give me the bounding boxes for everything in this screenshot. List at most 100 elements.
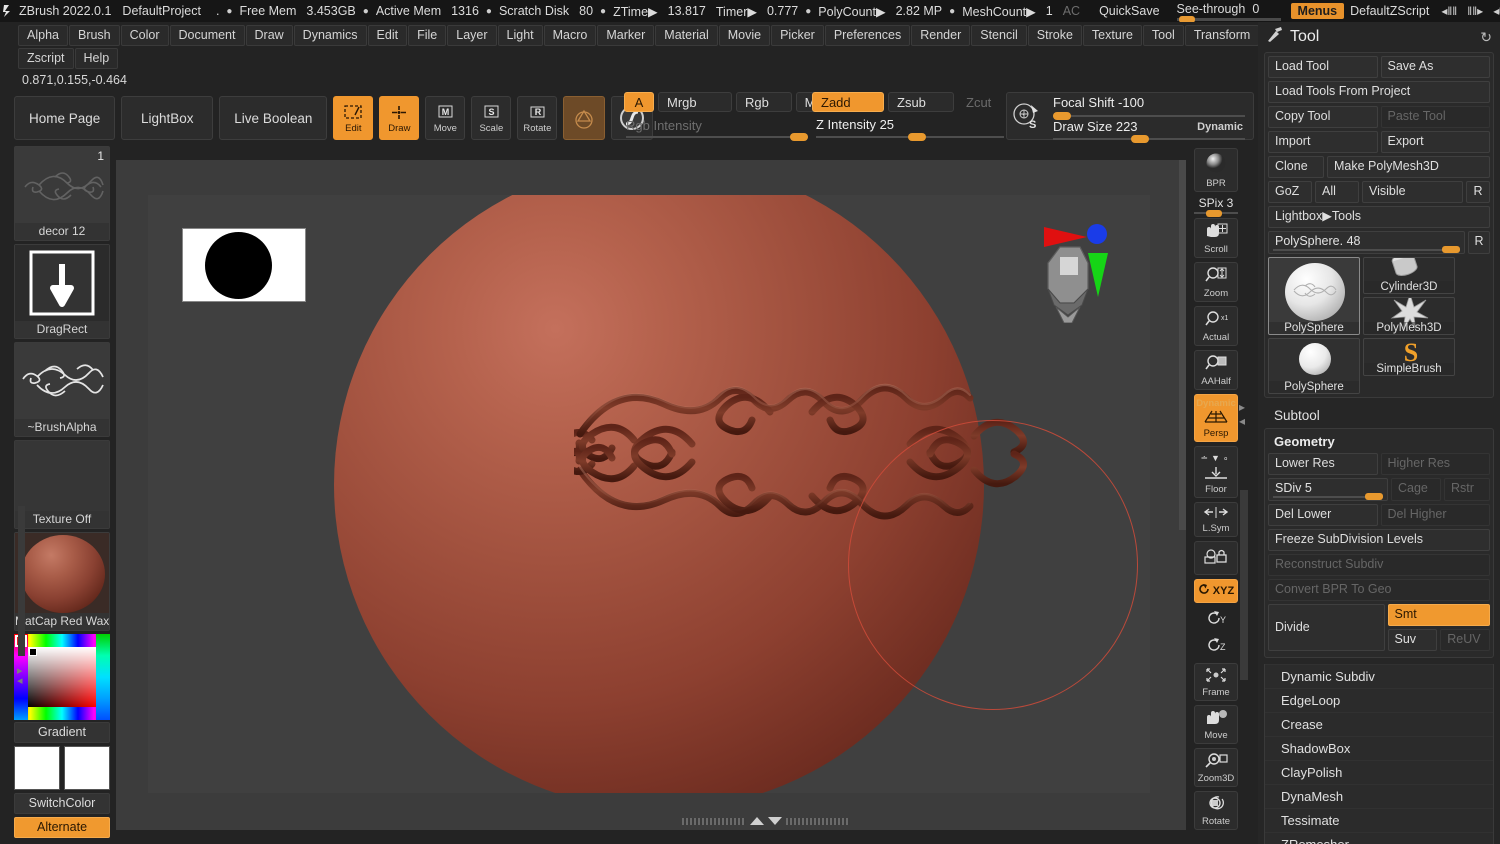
zoom-button[interactable]: Zoom: [1194, 262, 1238, 302]
tessimate-item[interactable]: Tessimate: [1265, 808, 1493, 832]
menus-button[interactable]: Menus: [1291, 3, 1345, 19]
shadowbox-item[interactable]: ShadowBox: [1265, 736, 1493, 760]
spix-track[interactable]: [1194, 212, 1238, 214]
menu-movie[interactable]: Movie: [719, 25, 770, 46]
menu-draw[interactable]: Draw: [246, 25, 293, 46]
menu-tool[interactable]: Tool: [1143, 25, 1184, 46]
material-slot[interactable]: MatCap Red Wax: [14, 532, 110, 631]
claypolish-item[interactable]: ClayPolish: [1265, 760, 1493, 784]
window-arrange-left-icon[interactable]: ◂⧉: [1493, 4, 1500, 19]
tool-cell-polymesh3d[interactable]: PolyMesh3D: [1363, 297, 1455, 335]
rotate-button[interactable]: R Rotate: [517, 96, 557, 140]
camera-orientation-gizmo[interactable]: [1032, 213, 1142, 323]
rotate-z-button[interactable]: Z: [1194, 634, 1238, 659]
export-button[interactable]: Export: [1381, 131, 1491, 153]
menu-stroke[interactable]: Stroke: [1028, 25, 1082, 46]
copy-tool-button[interactable]: Copy Tool: [1268, 106, 1378, 128]
zsub-button[interactable]: Zsub: [888, 92, 954, 112]
floor-button[interactable]: ∸▼∘ Floor: [1194, 446, 1238, 498]
crease-item[interactable]: Crease: [1265, 712, 1493, 736]
document-canvas[interactable]: [148, 195, 1150, 793]
menu-layer[interactable]: Layer: [447, 25, 496, 46]
zoom3d-button[interactable]: Zoom3D: [1194, 748, 1238, 787]
canvas-scrollbar[interactable]: [1179, 160, 1186, 530]
scroll-button[interactable]: Scroll: [1194, 218, 1238, 258]
goz-r-button[interactable]: R: [1466, 181, 1490, 203]
reconstruct-subdiv-button[interactable]: Reconstruct Subdiv: [1268, 554, 1490, 576]
menu-stencil[interactable]: Stencil: [971, 25, 1027, 46]
aahalf-button[interactable]: AAHalf: [1194, 350, 1238, 390]
menu-zscript[interactable]: Zscript: [18, 48, 74, 69]
menu-light[interactable]: Light: [498, 25, 543, 46]
clone-button[interactable]: Clone: [1268, 156, 1324, 178]
menu-document[interactable]: Document: [170, 25, 245, 46]
nav-right-icon[interactable]: ‖‖▸: [1467, 4, 1483, 18]
see-through-slider[interactable]: See-through 0: [1177, 0, 1281, 22]
dynamesh-item[interactable]: DynaMesh: [1265, 784, 1493, 808]
z-intensity-track[interactable]: [816, 136, 1004, 138]
menu-render[interactable]: Render: [911, 25, 970, 46]
menu-texture[interactable]: Texture: [1083, 25, 1142, 46]
brush-alpha-slot[interactable]: ~BrushAlpha: [14, 342, 110, 437]
geometry-section-label[interactable]: Geometry: [1268, 432, 1490, 453]
sdiv-knob[interactable]: [1365, 493, 1383, 500]
nav-left-icon[interactable]: ◂‖‖: [1441, 4, 1457, 18]
visible-button[interactable]: Visible: [1362, 181, 1463, 203]
bpr-button[interactable]: BPR: [1194, 148, 1238, 192]
cage-button[interactable]: Cage: [1391, 478, 1441, 501]
right-rail[interactable]: [1240, 490, 1248, 680]
texture-slot[interactable]: Texture Off: [14, 440, 110, 529]
canvas-bottom-scroller[interactable]: [676, 815, 856, 827]
load-tools-from-project-button[interactable]: Load Tools From Project: [1268, 81, 1490, 103]
scroller-left-hatch[interactable]: [682, 818, 746, 825]
stroke-slot[interactable]: DragRect: [14, 244, 110, 339]
rgb-button[interactable]: Rgb: [736, 92, 792, 112]
frame-button[interactable]: Frame: [1194, 663, 1238, 701]
spix-slider[interactable]: SPix 3: [1194, 196, 1238, 214]
menu-transform[interactable]: Transform: [1185, 25, 1260, 46]
color-picker[interactable]: [14, 634, 110, 720]
draw-button[interactable]: Draw: [379, 96, 419, 140]
menu-edit[interactable]: Edit: [368, 25, 408, 46]
home-page-button[interactable]: Home Page: [14, 96, 115, 140]
left-scroll-rail[interactable]: [18, 506, 25, 656]
reuv-button[interactable]: ReUV: [1440, 629, 1490, 651]
secondary-color-swatch[interactable]: [64, 746, 110, 790]
menu-color[interactable]: Color: [121, 25, 169, 46]
left-collapse-arrows[interactable]: ▸◂: [17, 666, 23, 686]
scale-button[interactable]: S Scale: [471, 96, 511, 140]
make-polymesh3d-button[interactable]: Make PolyMesh3D: [1327, 156, 1490, 178]
polysphere-slider[interactable]: PolySphere. 48: [1268, 231, 1465, 254]
gradient-button[interactable]: Gradient: [14, 722, 110, 743]
transp-button[interactable]: [1194, 541, 1238, 575]
actual-button[interactable]: x1 Actual: [1194, 306, 1238, 346]
current-brush-button[interactable]: [563, 96, 605, 140]
polysphere-slider-knob[interactable]: [1442, 246, 1460, 253]
edgeloop-item[interactable]: EdgeLoop: [1265, 688, 1493, 712]
spix-knob[interactable]: [1206, 210, 1222, 217]
del-lower-button[interactable]: Del Lower: [1268, 504, 1378, 526]
subtool-section-label[interactable]: Subtool: [1258, 404, 1500, 428]
alpha-stencil-preview[interactable]: [182, 228, 306, 302]
alpha-channel-button[interactable]: A: [624, 92, 654, 112]
persp-button[interactable]: Dynamic Persp: [1194, 394, 1238, 442]
scroll-up-icon[interactable]: [750, 817, 764, 825]
save-as-button[interactable]: Save As: [1381, 56, 1491, 78]
menu-preferences[interactable]: Preferences: [825, 25, 910, 46]
draw-size-knob[interactable]: [1131, 135, 1149, 143]
rotate-y-button[interactable]: Y: [1194, 607, 1238, 632]
menu-dynamics[interactable]: Dynamics: [294, 25, 367, 46]
draw-size-track[interactable]: [1053, 138, 1245, 140]
sdiv-slider[interactable]: SDiv 5: [1268, 478, 1388, 501]
menu-marker[interactable]: Marker: [597, 25, 654, 46]
divide-button[interactable]: Divide: [1268, 604, 1385, 651]
menu-help[interactable]: Help: [75, 48, 119, 69]
focal-shift-track[interactable]: [1053, 115, 1245, 117]
mrgb-button[interactable]: Mrgb: [658, 92, 732, 112]
rgb-intensity-knob[interactable]: [790, 133, 808, 141]
zadd-button[interactable]: Zadd: [812, 92, 884, 112]
lower-res-button[interactable]: Lower Res: [1268, 453, 1378, 475]
menu-picker[interactable]: Picker: [771, 25, 824, 46]
refresh-icon[interactable]: ↻: [1480, 29, 1492, 46]
rotate-xyz-button[interactable]: XYZ: [1194, 579, 1238, 603]
